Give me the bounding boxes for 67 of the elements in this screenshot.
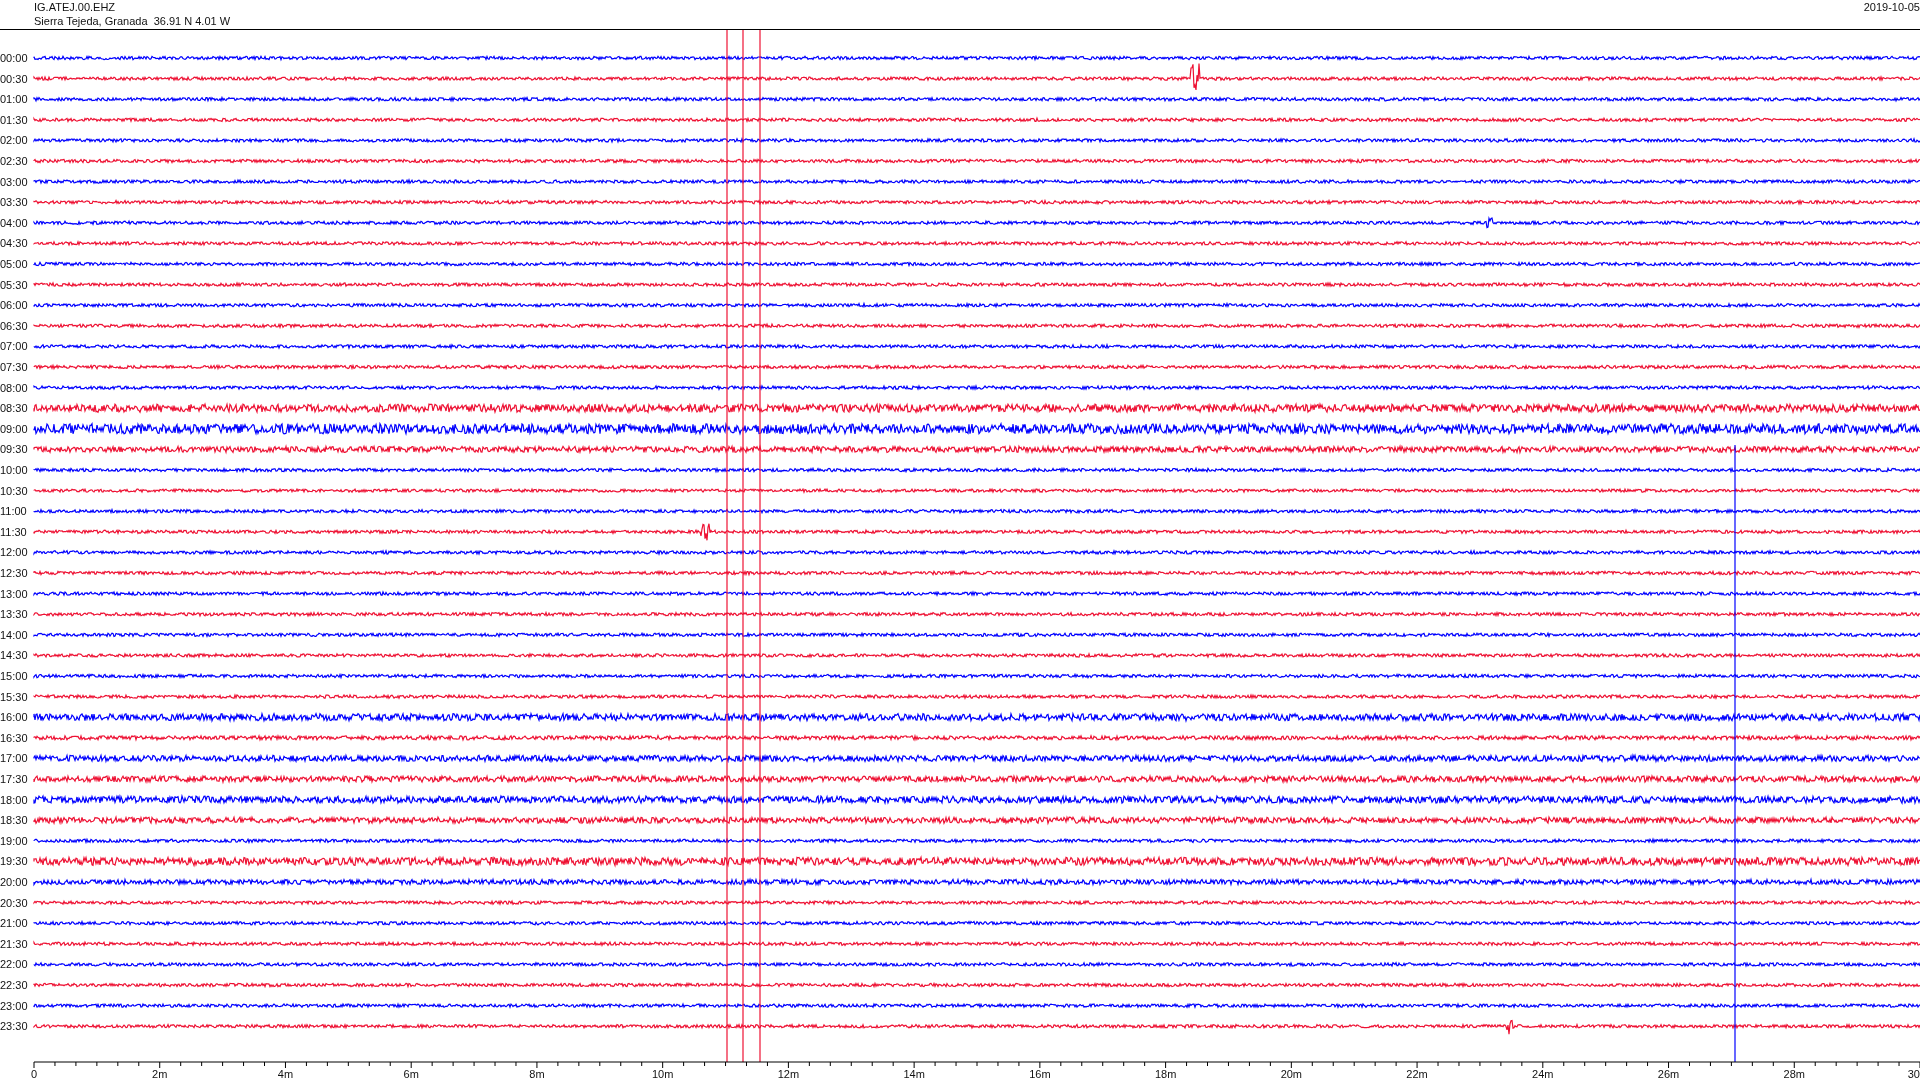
axis-label: 26m	[1657, 1068, 1680, 1080]
time-label: 17:00	[0, 752, 28, 765]
time-label: 22:00	[0, 958, 28, 971]
time-label: 17:30	[0, 773, 28, 785]
axis-label: 24m	[1532, 1068, 1554, 1080]
axis-label: 2m	[152, 1068, 168, 1080]
time-label: 03:30	[0, 196, 28, 209]
time-label: 09:00	[0, 422, 28, 435]
time-label: 13:00	[0, 587, 28, 600]
time-label: 08:00	[0, 381, 28, 394]
time-label: 14:30	[0, 649, 28, 662]
axis-label: 10m	[651, 1068, 674, 1080]
time-label: 10:30	[0, 484, 28, 497]
time-label: 05:00	[0, 258, 28, 270]
time-label: 07:00	[0, 340, 28, 353]
time-label: 00:00	[0, 52, 28, 64]
time-label: 19:00	[0, 834, 28, 847]
time-label: 18:30	[0, 814, 28, 827]
axis-label: 6m	[403, 1068, 419, 1080]
time-label: 13:30	[0, 608, 28, 621]
time-label: 21:00	[0, 917, 28, 930]
time-label: 11:30	[0, 525, 27, 538]
time-label: 01:30	[0, 113, 28, 126]
time-label: 00:30	[0, 72, 28, 85]
time-label: 20:30	[0, 896, 28, 909]
time-label: 18:00	[0, 793, 28, 806]
station-location: Sierra Tejeda, Granada 36.91 N 4.01 W	[34, 14, 231, 28]
time-label: 21:30	[0, 937, 28, 950]
time-label: 22:30	[0, 979, 28, 991]
time-label: 19:30	[0, 855, 28, 868]
axis-label: 16m	[1029, 1068, 1051, 1080]
time-label: 02:00	[0, 134, 28, 147]
time-label: 03:00	[0, 175, 28, 188]
time-label: 23:00	[0, 999, 28, 1012]
time-label: 09:30	[0, 443, 28, 456]
time-label: 04:00	[0, 216, 28, 229]
time-label: 15:30	[0, 690, 28, 703]
axis-label: 8m	[529, 1068, 545, 1080]
time-label: 16:30	[0, 731, 28, 744]
time-label: 12:30	[0, 567, 28, 579]
time-label: 10:00	[0, 464, 28, 476]
axis-label: 4m	[277, 1068, 294, 1080]
axis-label: 22m	[1406, 1068, 1428, 1080]
axis-label: 18m	[1154, 1068, 1177, 1080]
time-label: 07:30	[0, 361, 28, 373]
time-label: 15:00	[0, 670, 28, 682]
time-label: 06:30	[0, 319, 28, 332]
axis-label: 12m	[777, 1068, 800, 1080]
time-label: 01:00	[0, 93, 28, 106]
axis-label: 20m	[1280, 1068, 1303, 1080]
time-label: 08:30	[0, 402, 28, 415]
date-label: 2019-10-05	[1863, 0, 1920, 14]
time-label: 16:00	[0, 711, 28, 724]
time-label: 05:30	[0, 278, 28, 291]
time-label: 11:00	[0, 505, 27, 518]
axis-label: 0	[31, 1068, 38, 1080]
time-label: 23:30	[0, 1020, 28, 1033]
time-label: 06:00	[0, 299, 28, 312]
time-label: 14:00	[0, 628, 28, 641]
station-code: IG.ATEJ.00.EHZ	[34, 0, 117, 14]
axis-label: 14m	[903, 1068, 925, 1080]
time-label: 02:30	[0, 155, 28, 167]
axis-label: 28m	[1783, 1068, 1805, 1080]
axis-label: 30	[1907, 1068, 1920, 1080]
time-label: 20:00	[0, 876, 28, 888]
time-label: 04:30	[0, 237, 28, 250]
time-label: 12:00	[0, 546, 28, 559]
